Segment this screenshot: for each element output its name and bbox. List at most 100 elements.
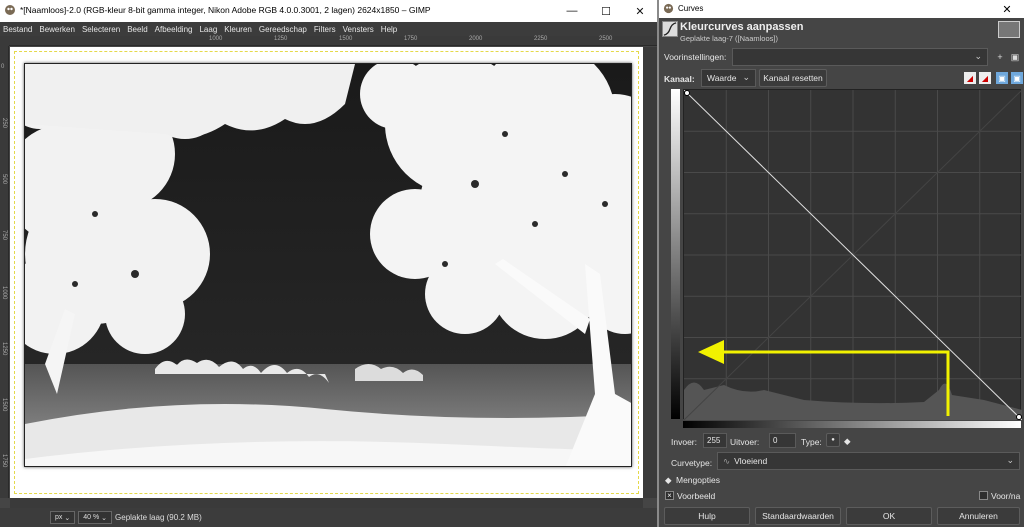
vertical-scrollbar[interactable] <box>643 47 657 498</box>
close-icon[interactable]: ✕ <box>990 0 1024 18</box>
horizontal-scrollbar[interactable] <box>10 498 643 508</box>
dialog-subheading: Geplakte laag-7 ([Naamloos]) <box>680 34 778 43</box>
menu-bewerken[interactable]: Bewerken <box>39 25 75 34</box>
ruler-tick: 1500 <box>339 36 353 42</box>
ruler-tick: 2000 <box>469 36 483 42</box>
ruler-tick: 2500 <box>599 36 613 42</box>
menu-help[interactable]: Help <box>381 25 397 34</box>
curve-type-label: Curvetype: <box>671 458 713 468</box>
ruler-tick: 1250 <box>274 36 288 42</box>
zoom-selector[interactable]: 40 % ⌄ <box>78 511 113 524</box>
curve-type-combo[interactable]: ∿ Vloeiend ⌄ <box>717 452 1020 470</box>
ruler-tick: 500 <box>1 174 7 185</box>
gimp-image-window: *[Naamloos]-2.0 (RGB-kleur 8-bit gamma i… <box>0 0 657 527</box>
ruler-tick: 250 <box>1 118 7 129</box>
curve-type-icon: ∿ <box>723 455 731 466</box>
ruler-tick: 1750 <box>1 454 7 468</box>
linear-histogram-icon[interactable]: ◢ <box>964 72 976 84</box>
input-field[interactable]: 255 <box>703 433 727 448</box>
inverted-tree-photo[interactable] <box>24 63 632 467</box>
type-label: Type: <box>801 437 822 447</box>
menu-laag[interactable]: Laag <box>199 25 217 34</box>
ruler-tick: 2250 <box>534 36 548 42</box>
preview-checkbox[interactable]: × <box>665 491 674 500</box>
add-preset-icon[interactable]: + <box>994 51 1006 63</box>
help-button[interactable]: Hulp <box>664 507 750 525</box>
gimp-statusbar: px ⌄ 40 % ⌄ Geplakte laag (90.2 MB) <box>0 508 657 527</box>
ok-button[interactable]: OK <box>846 507 932 525</box>
menu-vensters[interactable]: Vensters <box>343 25 374 34</box>
menu-bestand[interactable]: Bestand <box>3 25 32 34</box>
smooth-point-icon[interactable]: ● <box>826 433 840 447</box>
chevron-down-icon: ⌄ <box>1006 455 1014 465</box>
unit-selector[interactable]: px ⌄ <box>50 511 76 524</box>
defaults-button[interactable]: Standaardwaarden <box>755 507 841 525</box>
gimp-title-bar[interactable]: *[Naamloos]-2.0 (RGB-kleur 8-bit gamma i… <box>0 0 657 22</box>
zoom-value: 40 % <box>83 514 100 521</box>
split-view-checkbox[interactable] <box>979 491 988 500</box>
menu-kleuren[interactable]: Kleuren <box>224 25 252 34</box>
curve-control-point[interactable] <box>684 90 690 96</box>
vertical-ruler[interactable]: 0 250 500 750 1000 1250 1500 1750 <box>0 46 9 498</box>
horizontal-gradient-bar <box>683 421 1021 428</box>
log-histogram-icon[interactable]: ◢ <box>979 72 991 84</box>
split-view-label: Voor/na <box>991 491 1021 501</box>
ruler-tick: 1500 <box>1 398 7 412</box>
layer-thumbnail <box>998 21 1020 38</box>
menu-gereedschap[interactable]: Gereedschap <box>259 25 307 34</box>
curve-type-value: Vloeiend <box>734 456 768 466</box>
corner-point-icon[interactable]: ◆ <box>844 436 851 447</box>
gimp-app-icon <box>5 5 15 15</box>
vertical-gradient-bar <box>671 89 680 419</box>
channel-value: Waarde <box>707 73 737 83</box>
horizontal-ruler[interactable]: 1000 1250 1500 1750 2000 2250 2500 <box>9 36 657 46</box>
menu-selecteren[interactable]: Selecteren <box>82 25 120 34</box>
ruler-tick: 1000 <box>209 36 223 42</box>
output-label: Uitvoer: <box>730 437 760 447</box>
preset-menu-icon[interactable]: ▣ <box>1009 51 1021 63</box>
channel-combo[interactable]: Waarde ⌄ <box>701 69 756 87</box>
menu-filters[interactable]: Filters <box>314 25 336 34</box>
output-field[interactable]: 0 <box>769 433 796 448</box>
unit-value: px <box>55 514 63 521</box>
cancel-button[interactable]: Annuleren <box>937 507 1020 525</box>
curves-dialog: Curves ✕ Kleurcurves aanpassen Geplakte … <box>659 0 1024 527</box>
presets-label: Voorinstellingen: <box>664 52 727 62</box>
maximize-icon[interactable]: ☐ <box>589 0 623 22</box>
view-linear-icon[interactable]: ▣ <box>996 72 1008 84</box>
blend-options-expander[interactable]: Mengopties <box>676 475 720 485</box>
minimize-icon[interactable]: — <box>555 0 589 22</box>
curves-header: Kleurcurves aanpassen Geplakte laag-7 ([… <box>659 18 1024 44</box>
curve-graph[interactable] <box>683 89 1023 421</box>
chevron-down-icon: ⌄ <box>64 514 71 522</box>
ruler-tick: 750 <box>1 230 7 241</box>
curve-plot <box>683 89 1023 421</box>
preview-label: Voorbeeld <box>677 491 716 501</box>
dialog-heading: Kleurcurves aanpassen <box>680 21 804 33</box>
close-icon[interactable]: ✕ <box>623 0 657 22</box>
ruler-tick: 1000 <box>1 286 7 300</box>
chevron-down-icon: ⌄ <box>742 72 750 82</box>
curves-title-bar[interactable]: Curves ✕ <box>659 0 1024 18</box>
curve-control-point[interactable] <box>1016 414 1022 420</box>
annotation-arrow-head <box>698 340 724 364</box>
menu-afbeelding[interactable]: Afbeelding <box>155 25 193 34</box>
photo-drawing <box>25 64 631 466</box>
input-label: Invoer: <box>671 437 697 447</box>
view-log-icon[interactable]: ▣ <box>1011 72 1023 84</box>
channel-label: Kanaal: <box>664 74 695 84</box>
ruler-tick: 0 <box>1 64 5 70</box>
gimp-window-title: *[Naamloos]-2.0 (RGB-kleur 8-bit gamma i… <box>20 5 431 15</box>
curves-window-title: Curves <box>678 4 704 13</box>
menu-beeld[interactable]: Beeld <box>127 25 147 34</box>
ruler-tick: 1250 <box>1 342 7 356</box>
curves-tool-icon <box>662 21 678 37</box>
chevron-down-icon: ⌄ <box>101 514 108 522</box>
presets-combo[interactable]: ⌄ <box>732 48 988 66</box>
curve-editor <box>671 89 1023 429</box>
reset-channel-button[interactable]: Kanaal resetten <box>759 69 827 87</box>
ruler-corner[interactable] <box>0 36 9 46</box>
expander-icon[interactable]: ◆ <box>665 475 672 486</box>
gimp-menubar: Bestand Bewerken Selecteren Beeld Afbeel… <box>0 22 657 36</box>
chevron-down-icon: ⌄ <box>974 51 982 61</box>
